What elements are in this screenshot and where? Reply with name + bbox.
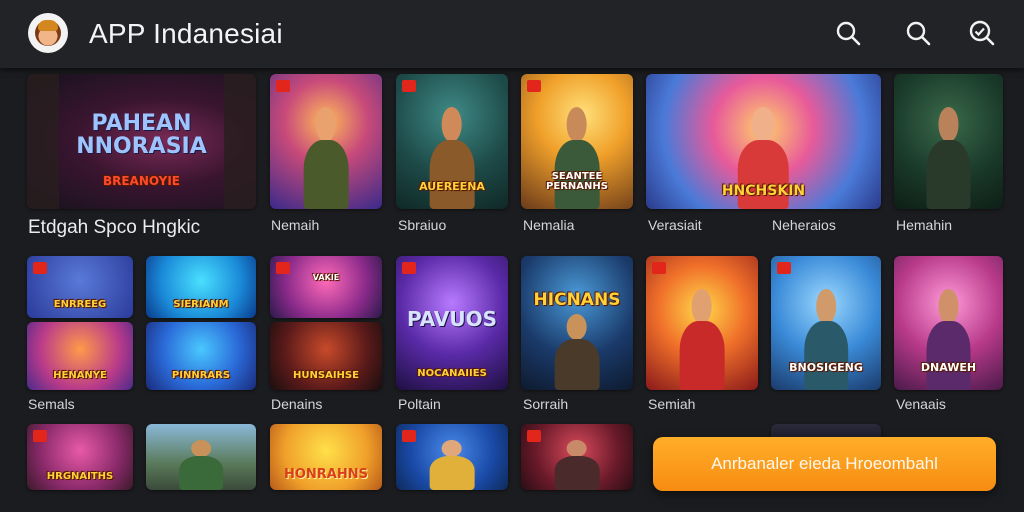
game-tile-small[interactable]: PINNRARS [146,322,256,390]
featured-logo-sub: BREANOYIE [102,173,181,188]
game-caption: Semiah [648,396,696,412]
game-tile-small[interactable]: ENRREEG [27,256,133,318]
game-caption: Poltain [398,396,441,412]
hot-badge [402,80,416,92]
game-tile-small[interactable]: HENANYE [27,322,133,390]
game-tile[interactable]: AUEREENA [396,74,508,209]
game-tile-small[interactable]: SIERIANM [146,256,256,318]
hot-badge [402,430,416,442]
search-zoom-icon[interactable] [967,19,995,47]
game-tile-wide[interactable]: HNCHSKIN [646,74,881,209]
game-tile[interactable]: DNAWEH [894,256,1003,390]
game-logo: AUEREENA [419,180,485,194]
hot-badge [33,262,47,274]
game-tile-small[interactable] [521,424,633,490]
character-art [671,283,734,390]
game-tile-small[interactable] [396,424,508,490]
game-tile[interactable]: PAVUOS NOCANAIIES [396,256,508,390]
character-art [170,437,232,490]
hot-badge [527,80,541,92]
game-tile[interactable] [646,256,758,390]
hot-badge [33,430,47,442]
game-logo: HENANYE [53,370,107,382]
hot-badge [402,262,416,274]
game-logo: DNAWEH [920,361,977,375]
character-art [421,437,484,490]
character-art [918,101,979,209]
game-caption: Denains [271,396,323,412]
game-tile-small[interactable]: HONRAHNS [270,424,382,490]
hot-badge [276,80,290,92]
game-logo: PAVUOS [406,306,498,331]
hot-badge [652,262,666,274]
game-logo: ENRREEG [53,299,107,311]
featured-game-tile[interactable]: PAHEAN NNORASIA BREANOYIE [27,74,256,209]
search-icon[interactable] [834,19,862,47]
top-app-bar: APP Indanesiai [0,0,1024,68]
hot-badge [527,430,541,442]
game-logo: HONRAHNS [283,467,368,483]
game-tile-small[interactable]: HUNSAIHSE [270,322,382,390]
game-tile[interactable]: BNOSIGENG [771,256,881,390]
game-caption: Sbraiuo [398,217,447,233]
game-logo: HNCHSKIN [721,182,806,199]
app-avatar[interactable] [28,13,68,53]
game-caption: Verasiait [648,217,702,233]
game-tile[interactable] [894,74,1003,209]
game-tile[interactable]: HICNANS [521,256,633,390]
game-caption: Semals [28,396,75,412]
game-logo: PINNRARS [171,370,231,382]
character-art [546,310,609,390]
game-tile-small[interactable] [146,424,256,490]
game-caption: Nemaih [271,217,320,233]
game-caption: Venaais [896,396,946,412]
game-logo: VAKIE [312,272,340,282]
hot-badge [276,262,290,274]
game-logo: SIERIANM [173,299,229,311]
character-art [546,437,609,490]
game-caption: Neheraios [772,217,836,233]
game-caption: Hemahin [896,217,953,233]
game-caption: Sorraih [523,396,569,412]
search-icon-secondary[interactable] [904,19,932,47]
cta-button[interactable]: Anrbanaler eieda Hroeombahl [653,437,996,491]
game-caption: Nemalia [523,217,575,233]
game-tile[interactable]: SEANTEE PERNANHS [521,74,633,209]
game-tile-small[interactable]: HRGNAITHS [27,424,133,490]
game-logo-sub: NOCANAIIES [417,367,487,379]
hot-badge [777,262,791,274]
game-logo: HUNSAIHSE [293,370,359,382]
game-logo: SEANTEE PERNANHS [546,170,608,193]
game-tile-small[interactable]: VAKIE [270,256,382,318]
game-logo: BNOSIGENG [789,361,863,375]
game-tile[interactable] [270,74,382,209]
app-title: APP Indanesiai [89,18,283,49]
avatar-face-icon [35,20,61,46]
featured-logo-top: PAHEAN NNORASIA [76,110,207,159]
game-logo: HICNANS [533,289,621,310]
character-art [295,101,358,209]
game-logo: HRGNAITHS [46,470,114,482]
featured-caption: Etdgah Spco Hngkic [28,217,201,238]
